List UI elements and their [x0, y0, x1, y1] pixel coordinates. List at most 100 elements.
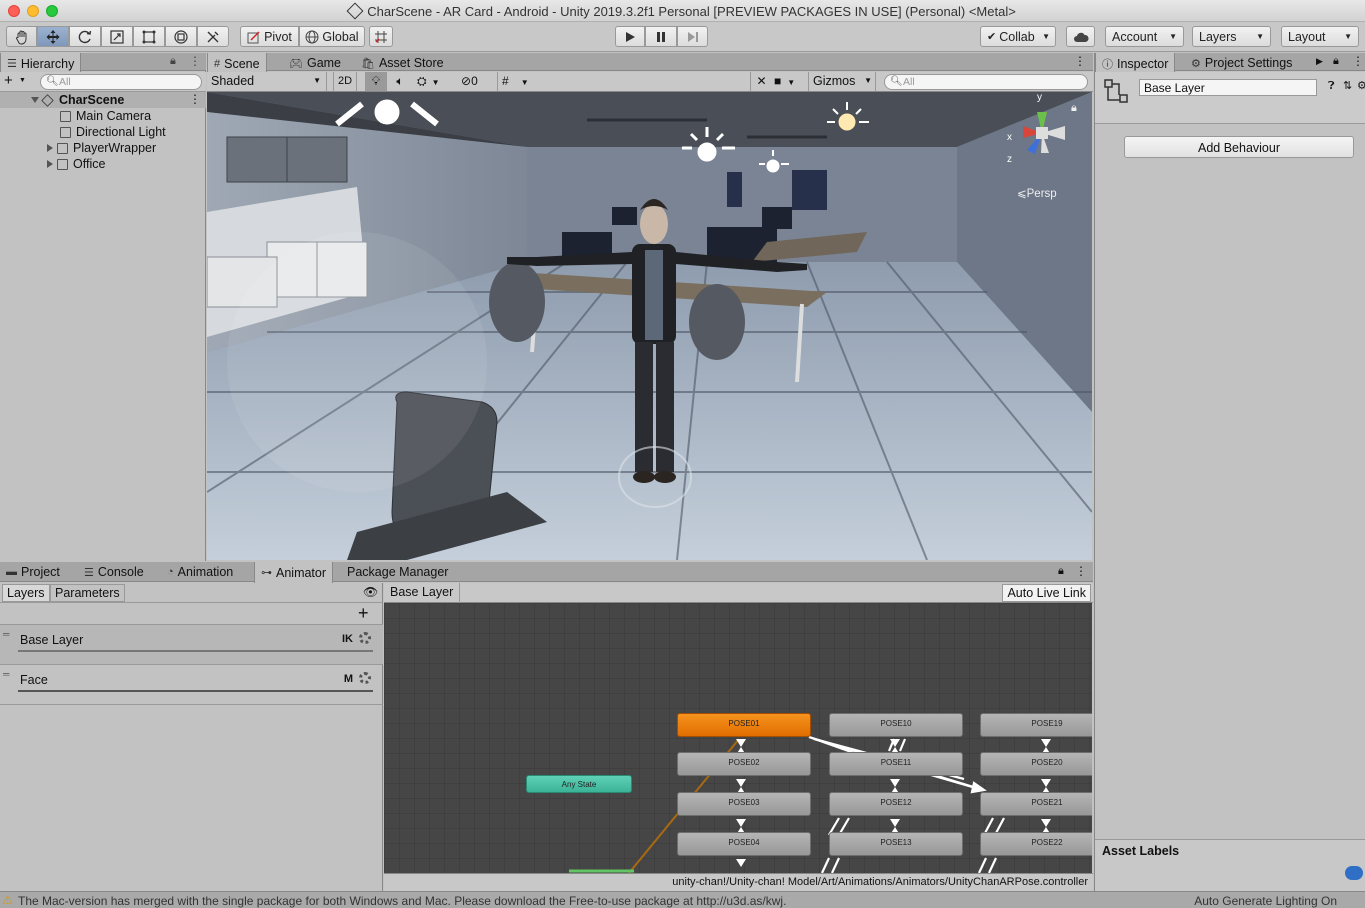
custom-tool-button[interactable]	[197, 26, 229, 47]
hierarchy-item-main-camera[interactable]: Main Camera	[60, 108, 151, 124]
tab-asset-store[interactable]: 🛍︎ Asset Store	[355, 53, 450, 73]
layers-dropdown[interactable]: Layers ▼	[1192, 26, 1271, 47]
collab-dropdown[interactable]: ✔ Collab ▼	[980, 26, 1056, 47]
scene-lock-icon[interactable]: 🔒︎	[1071, 102, 1077, 115]
hierarchy-search-input[interactable]: 🔍︎ All	[40, 74, 202, 90]
state-node-pose13[interactable]: POSE13	[829, 832, 963, 856]
settings-gear-icon[interactable]: ⚙	[1357, 79, 1365, 92]
tab-hierarchy[interactable]: ☰ Hierarchy	[0, 53, 82, 74]
scene-root-row[interactable]: CharScene ⋮	[0, 92, 206, 108]
layer-row-base[interactable]: ═ Base Layer IK	[0, 625, 383, 665]
scene-viewport[interactable]: y x z ⩽Persp 🔒︎	[207, 92, 1092, 560]
state-node-pose20[interactable]: POSE20	[980, 752, 1092, 776]
layer-settings-gear-icon[interactable]	[359, 632, 371, 644]
pivot-toggle-button[interactable]: Pivot	[240, 26, 299, 47]
scale-tool-button[interactable]	[101, 26, 133, 47]
tab-scene[interactable]: # Scene	[207, 53, 267, 74]
layer-settings-gear-icon[interactable]	[359, 672, 371, 684]
scene-orientation-gizmo[interactable]: y x z ⩽Persp	[1007, 92, 1077, 200]
lighting-toggle-button[interactable]: 💡︎	[365, 72, 387, 91]
state-node-pose10[interactable]: POSE10	[829, 713, 963, 737]
lock-icon[interactable]: 🔒︎	[1333, 55, 1339, 68]
step-button[interactable]	[677, 26, 708, 47]
tab-animator[interactable]: ⊶ Animator	[254, 562, 334, 583]
scene-search-input[interactable]: 🔍︎ All	[884, 74, 1088, 90]
panel-menu-icon[interactable]: ⋮	[1074, 54, 1086, 68]
state-node-pose03[interactable]: POSE03	[677, 792, 811, 816]
add-behaviour-button[interactable]: Add Behaviour	[1124, 136, 1354, 158]
panel-menu-icon[interactable]: ⋮	[1075, 564, 1087, 578]
state-node-pose02[interactable]: POSE02	[677, 752, 811, 776]
camera-dropdown[interactable]: ■ ▼	[774, 72, 806, 91]
layout-dropdown[interactable]: Layout ▼	[1281, 26, 1359, 47]
store-icon: 🛍︎	[361, 57, 375, 70]
tab-scroll-right-icon[interactable]: ▶	[1316, 56, 1323, 67]
grid-dropdown[interactable]: # ▼	[497, 72, 535, 91]
add-icon[interactable]: +	[4, 72, 13, 89]
panel-menu-icon[interactable]: ⋮	[1352, 54, 1364, 68]
hierarchy-item-playerwrapper[interactable]: PlayerWrapper	[47, 140, 156, 156]
lock-icon[interactable]: 🔒︎	[170, 55, 176, 68]
state-node-pose01[interactable]: POSE01	[677, 713, 811, 737]
expand-arrow-icon[interactable]	[47, 144, 53, 152]
tab-parameters[interactable]: Parameters	[50, 584, 125, 602]
state-node-pose21[interactable]: POSE21	[980, 792, 1092, 816]
hidden-objects-toggle[interactable]: ⊘0	[461, 72, 493, 91]
tab-game[interactable]: 🎮︎ Game	[283, 53, 347, 73]
animator-graph[interactable]: Any State POSE01 POSE02 POSE03 POSE04 PO…	[384, 603, 1092, 873]
state-node-pose12[interactable]: POSE12	[829, 792, 963, 816]
state-node-pose11[interactable]: POSE11	[829, 752, 963, 776]
tab-project-settings[interactable]: ⚙ Project Settings	[1185, 53, 1298, 73]
tab-animation[interactable]: ◔ Animation	[161, 562, 239, 582]
tab-layers[interactable]: Layers	[2, 584, 50, 602]
animator-icon: ⊶	[261, 567, 272, 579]
panel-menu-icon[interactable]: ⋮	[189, 54, 201, 68]
tab-console[interactable]: ☰ Console	[78, 562, 150, 582]
lock-icon[interactable]: 🔒︎	[1058, 565, 1064, 578]
breadcrumb[interactable]: Base Layer	[384, 583, 461, 603]
tab-project[interactable]: ▬ Project	[0, 562, 66, 582]
help-icon[interactable]: ❓︎	[1328, 80, 1335, 93]
status-bar[interactable]: ⚠ The Mac-version has merged with the si…	[0, 891, 1365, 908]
state-node-pose22[interactable]: POSE22	[980, 832, 1092, 856]
audio-toggle-button[interactable]: 🔈︎	[389, 72, 411, 91]
add-layer-icon[interactable]: +	[358, 603, 369, 624]
eye-icon[interactable]: 👁︎	[363, 585, 378, 599]
layer-row-face[interactable]: ═ Face M	[0, 665, 383, 705]
2d-toggle-button[interactable]: 2D	[333, 72, 357, 91]
hand-tool-button[interactable]	[6, 26, 37, 47]
auto-live-link-toggle[interactable]: Auto Live Link	[1002, 584, 1091, 602]
scene-tools-button[interactable]: ✕	[750, 72, 772, 91]
rect-tool-button[interactable]	[133, 26, 165, 47]
effects-dropdown[interactable]: ⛭ ▼	[413, 72, 449, 91]
tab-inspector[interactable]: ⓘ Inspector	[1095, 53, 1176, 74]
shading-mode-dropdown[interactable]: Shaded ▼	[207, 72, 327, 91]
cloud-button[interactable]	[1066, 26, 1095, 47]
move-tool-button[interactable]	[37, 26, 69, 47]
pause-button[interactable]	[645, 26, 677, 47]
play-button[interactable]	[615, 26, 645, 47]
preset-icon[interactable]: ⇅	[1343, 79, 1352, 92]
rotate-tool-button[interactable]	[69, 26, 101, 47]
state-node-pose04[interactable]: POSE04	[677, 832, 811, 856]
globe-icon	[305, 30, 319, 43]
hierarchy-item-directional-light[interactable]: Directional Light	[60, 124, 166, 140]
any-state-node[interactable]: Any State	[526, 775, 632, 793]
state-node-pose19[interactable]: POSE19	[980, 713, 1092, 737]
global-toggle-button[interactable]: Global	[299, 26, 365, 47]
expand-arrow-icon[interactable]	[47, 160, 53, 168]
persp-label[interactable]: ⩽Persp	[1017, 186, 1057, 200]
scene-menu-icon[interactable]: ⋮	[189, 92, 201, 106]
drag-handle-icon[interactable]: ═	[3, 629, 9, 639]
object-name-field[interactable]: Base Layer	[1139, 79, 1317, 96]
drag-handle-icon[interactable]: ═	[3, 669, 9, 679]
asset-label-tag-icon[interactable]	[1345, 866, 1363, 880]
gizmos-dropdown[interactable]: Gizmos ▼	[808, 72, 876, 91]
dropdown-caret-icon[interactable]: ▼	[19, 77, 26, 84]
tab-package-manager[interactable]: Package Manager	[341, 562, 454, 582]
transform-tool-button[interactable]	[165, 26, 197, 47]
account-dropdown[interactable]: Account ▼	[1105, 26, 1184, 47]
expand-arrow-icon[interactable]	[31, 97, 39, 103]
hierarchy-item-office[interactable]: Office	[47, 156, 105, 172]
grid-snap-button[interactable]	[369, 26, 393, 47]
